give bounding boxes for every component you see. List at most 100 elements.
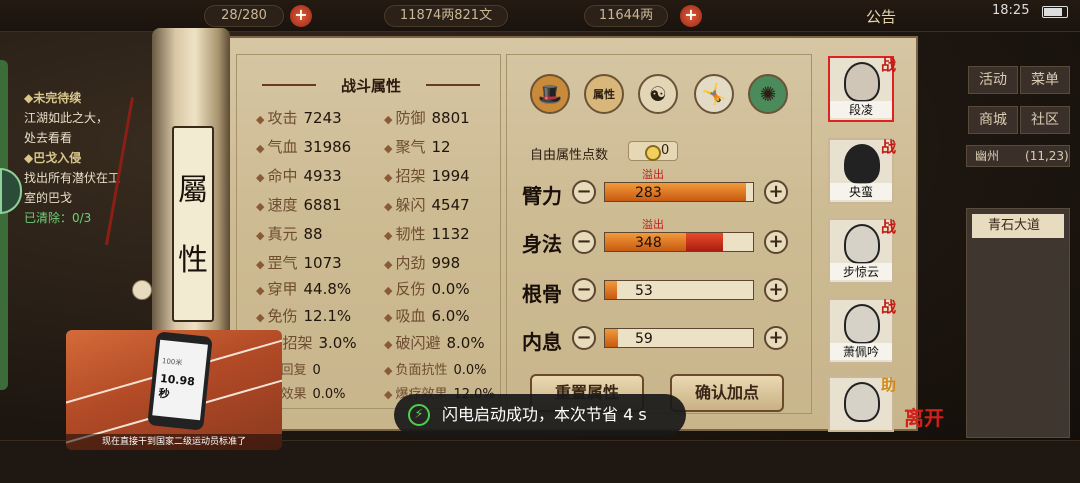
stat-row: 内劲998 — [384, 252, 460, 273]
stat-row: 真元88 — [256, 223, 322, 244]
free-points-value: 0 — [628, 141, 678, 161]
status-time: 18:25 — [992, 3, 1030, 18]
character-name: 段凌 — [830, 101, 892, 118]
strength-bar: 283 — [604, 182, 754, 202]
roster-character[interactable]: 战 段凌 — [828, 56, 896, 122]
battery-icon — [1042, 6, 1068, 18]
quest-title: ◆巴戈入侵 — [24, 151, 82, 165]
roster-character[interactable]: 战 步惊云 — [828, 218, 896, 284]
strength-value: 283 — [635, 185, 662, 201]
bar-fill — [605, 329, 619, 347]
quest-desc: 找出所有潜伏在工 — [24, 171, 121, 185]
resource-gold: 11644两 — [584, 5, 668, 27]
stat-row: 速度6881 — [256, 194, 341, 215]
phone-distance: 100米 — [161, 357, 183, 368]
agility-value: 348 — [635, 235, 662, 251]
plus-constitution-button[interactable]: + — [764, 278, 788, 302]
bar-fill — [605, 183, 746, 201]
constitution-value: 53 — [635, 283, 653, 299]
minus-constitution-button[interactable]: − — [572, 278, 596, 302]
stat-row: 穿甲44.8% — [256, 278, 351, 299]
plus-agility-button[interactable]: + — [764, 230, 788, 254]
battle-tag: 战 — [880, 218, 896, 236]
plus-breath-button[interactable]: + — [764, 326, 788, 350]
stat-row: 负面抗性0.0% — [384, 359, 486, 378]
menu-button[interactable]: 菜单 — [1020, 66, 1070, 94]
stat-row: 罡气1073 — [256, 252, 341, 273]
stat-row: 反伤0.0% — [384, 278, 469, 299]
quest-desc: 处去看看 — [24, 131, 73, 145]
lightning-icon: ⚡ — [408, 404, 430, 426]
stat-row: 聚气12 — [384, 136, 450, 157]
scroll-tab-label: 屬 性 — [172, 126, 214, 322]
overflow-label: 溢出 — [642, 168, 664, 181]
agility-bar: 348 — [604, 232, 754, 252]
video-ad-overlay[interactable]: 100米 10.98秒 现在直接干到国家二级运动员标准了 — [66, 330, 282, 450]
add-gold-button[interactable]: + — [680, 5, 702, 27]
quest-desc: 江湖如此之大， — [24, 111, 109, 125]
free-points-number: 0 — [661, 143, 670, 158]
community-button[interactable]: 社区 — [1020, 106, 1070, 134]
stat-row: 招架1994 — [384, 165, 469, 186]
stat-row: 气血31986 — [256, 136, 351, 157]
stat-row: 命中4933 — [256, 165, 341, 186]
phone-time: 10.98秒 — [157, 371, 196, 401]
attr-name-agility: 身法 — [522, 232, 562, 256]
scroll-tab-char: 屬 — [178, 173, 208, 208]
stat-row: 韧性1132 — [384, 223, 469, 244]
character-portrait — [844, 224, 880, 264]
yin-yang-icon[interactable]: ☯ — [638, 74, 678, 114]
roster-character[interactable]: 战 萧佩吟 — [828, 298, 896, 364]
constitution-bar: 53 — [604, 280, 754, 300]
scroll-bead — [132, 280, 152, 300]
character-portrait — [844, 62, 880, 102]
leave-button[interactable]: 离开 — [904, 402, 944, 431]
bar-overflow — [686, 233, 724, 251]
phone-screen: 100米 10.98秒 — [152, 339, 208, 421]
resource-stamina: 28/280 — [204, 5, 284, 27]
toast-message: 闪电启动成功，本次节省 4 s — [442, 405, 647, 424]
stat-row: 免伤12.1% — [256, 305, 351, 326]
phone-image: 100米 10.98秒 — [147, 331, 213, 431]
resource-silver: 11874两821文 — [384, 5, 508, 27]
location-coordinates: (11,23) — [1025, 149, 1069, 163]
add-stamina-button[interactable]: + — [290, 5, 312, 27]
minus-breath-button[interactable]: − — [572, 326, 596, 350]
character-name: 萧佩吟 — [830, 343, 892, 360]
body-meridian-icon[interactable]: 🤸 — [694, 74, 734, 114]
breath-bar: 59 — [604, 328, 754, 348]
quest-progress: 已清除：0/3 — [24, 211, 92, 225]
quest-title: ◆未完待续 — [24, 91, 82, 105]
stat-row: 吸血6.0% — [384, 305, 469, 326]
overflow-label: 溢出 — [642, 218, 664, 231]
minus-strength-button[interactable]: − — [572, 180, 596, 204]
shop-button[interactable]: 商城 — [968, 106, 1018, 134]
hat-icon[interactable]: 🎩 — [530, 74, 570, 114]
bar-fill — [605, 281, 617, 299]
combat-stats-title: 战斗属性 — [262, 75, 480, 96]
system-toast: ⚡ 闪电启动成功，本次节省 4 s — [394, 394, 686, 436]
location-bar[interactable]: 幽州 (11,23) — [966, 145, 1070, 167]
activity-button[interactable]: 活动 — [968, 66, 1018, 94]
plus-strength-button[interactable]: + — [764, 180, 788, 204]
attr-name-constitution: 根骨 — [522, 282, 562, 306]
attr-name-breath: 内息 — [522, 330, 562, 354]
stat-row: 破闪避8.0% — [384, 332, 484, 353]
scroll-tab-char: 性 — [178, 243, 208, 278]
character-name: 步惊云 — [830, 263, 892, 280]
road-waypoint[interactable]: 青石大道 — [972, 214, 1064, 238]
compass-icon[interactable]: ✺ — [748, 74, 788, 114]
roster-character[interactable]: 助 — [828, 376, 896, 432]
character-portrait — [844, 144, 880, 184]
assist-tag: 助 — [880, 376, 896, 394]
battle-tag: 战 — [880, 298, 896, 316]
quest-tracker[interactable]: ◆未完待续 江湖如此之大， 处去看看 ◆巴戈入侵 找出所有潜伏在工 室的巴戈 已… — [24, 88, 164, 228]
left-side-tab[interactable] — [0, 60, 8, 390]
notice-button[interactable]: 公告 — [866, 6, 896, 27]
minus-agility-button[interactable]: − — [572, 230, 596, 254]
attribute-scroll-icon[interactable]: 属性 — [584, 74, 624, 114]
confirm-points-button[interactable]: 确认加点 — [670, 374, 784, 412]
stat-row: 防御8801 — [384, 107, 469, 128]
character-name: 央蛮 — [830, 183, 892, 200]
roster-character[interactable]: 战 央蛮 — [828, 138, 896, 204]
